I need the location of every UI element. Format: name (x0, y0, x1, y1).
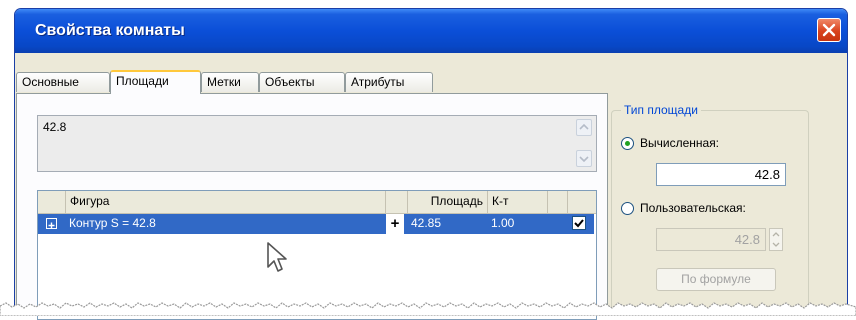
mouse-pointer-icon (267, 242, 287, 272)
scroll-up-icon (579, 123, 589, 130)
area-value-text: 42.8 (43, 120, 67, 134)
scroll-up-button[interactable] (576, 119, 592, 136)
tab-objects[interactable]: Объекты (259, 72, 345, 92)
torn-edge-decoration (0, 302, 856, 316)
custom-label[interactable]: Пользовательская: (640, 201, 746, 215)
calculated-value-field: 42.8 (656, 163, 786, 186)
calculated-radio[interactable] (621, 137, 634, 150)
include-checkbox[interactable] (572, 216, 586, 230)
header-plus-cell (386, 191, 408, 213)
close-icon (822, 23, 836, 37)
column-header-area[interactable]: Площадь (408, 191, 488, 213)
expand-plus-icon[interactable] (46, 218, 57, 229)
scroll-down-button[interactable] (576, 150, 592, 167)
custom-radio[interactable] (621, 202, 634, 215)
calculated-label[interactable]: Вычисленная: (640, 136, 719, 150)
area-type-group: Тип площади Вычисленная: 42.8 Пользовате… (611, 103, 809, 309)
scroll-down-icon (579, 156, 589, 163)
cell-figure: Контур S = 42.8 (69, 216, 156, 230)
table-header: Фигура Площадь К-т (38, 191, 596, 214)
tab-marks[interactable]: Метки (201, 72, 259, 92)
area-type-legend: Тип площади (621, 103, 701, 117)
checkmark-icon (574, 219, 584, 228)
tab-attributes[interactable]: Атрибуты (345, 72, 433, 92)
column-header-coef[interactable]: К-т (488, 191, 548, 213)
add-figure-button[interactable]: + (386, 214, 404, 234)
radio-selected-dot (625, 141, 630, 146)
tab-main[interactable]: Основные (16, 72, 110, 92)
tab-areas[interactable]: Площади (110, 70, 201, 94)
header-blank-cell (548, 191, 568, 213)
table-row[interactable]: Контур S = 42.8 + 42.85 1.00 (38, 214, 594, 234)
area-value-box[interactable]: 42.8 (37, 115, 597, 172)
column-header-figure[interactable]: Фигура (66, 191, 386, 213)
close-button[interactable] (817, 18, 841, 42)
spin-up-icon (772, 232, 780, 247)
custom-value-field[interactable]: 42.8 (656, 228, 766, 251)
cell-area: 42.85 (411, 216, 442, 230)
custom-value-spinner[interactable] (769, 228, 783, 251)
formula-button[interactable]: По формуле (656, 268, 776, 291)
header-expander-cell (38, 191, 66, 213)
cell-coef: 1.00 (491, 216, 515, 230)
areas-tab-page: 42.8 Фигура Площадь К-т Контур S = 42.8 (16, 93, 608, 320)
title-bar[interactable]: Свойства комнаты (15, 9, 847, 53)
window-title: Свойства комнаты (35, 22, 185, 39)
